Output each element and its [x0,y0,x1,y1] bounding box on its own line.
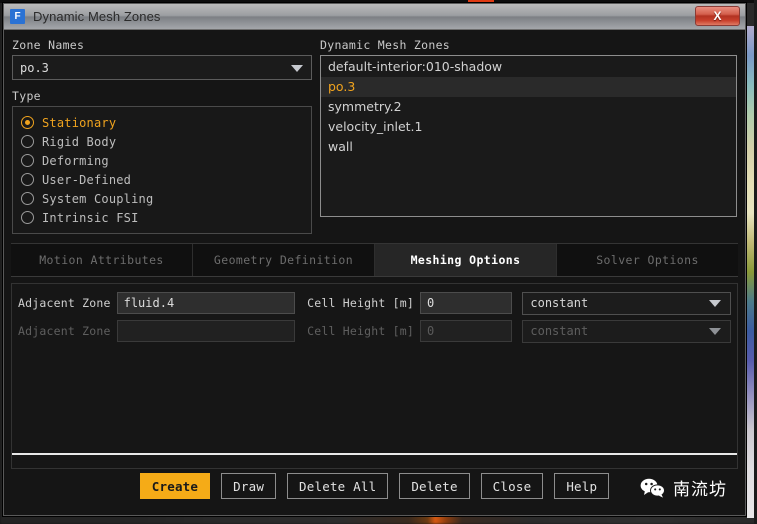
watermark-text: 南流坊 [673,480,727,500]
dynamic-mesh-zones-label: Dynamic Mesh Zones [320,38,451,52]
radio-deforming[interactable]: Deforming [21,151,311,170]
radio-user-defined[interactable]: User-Defined [21,170,311,189]
chevron-down-icon [709,300,721,307]
radio-stationary[interactable]: Stationary [21,113,311,132]
tab-motion-attributes[interactable]: Motion Attributes [11,244,193,276]
adjacent-zone-label-disabled: Adjacent Zone [18,324,111,338]
delete-all-button[interactable]: Delete All [287,473,389,499]
type-radio-group: Stationary Rigid Body Deforming User-Def… [12,106,312,234]
dynamic-mesh-zones-column: Dynamic Mesh Zones default-interior:010-… [320,38,737,237]
list-item[interactable]: po.3 [321,77,736,97]
radio-system-coupling[interactable]: System Coupling [21,189,311,208]
radio-indicator [21,173,34,186]
close-window-button[interactable]: X [695,6,740,26]
dialog-body: Zone Names po.3 Type Stationary Rigid Bo… [4,30,745,515]
fluent-f-icon: F [10,9,25,24]
cell-height-label-disabled: Cell Height [m] [307,324,415,338]
background-colorbar [747,26,754,518]
meshing-options-panel: Adjacent Zone fluid.4 Cell Height [m] 0 … [11,283,738,469]
radio-intrinsic-fsi[interactable]: Intrinsic FSI [21,208,311,227]
chevron-down-icon [291,64,303,72]
zone-settings-column: Zone Names po.3 Type Stationary Rigid Bo… [12,38,312,237]
zone-names-value: po.3 [20,60,49,75]
help-button[interactable]: Help [554,473,610,499]
radio-label: System Coupling [42,191,154,206]
cell-height-profile-value-disabled: constant [530,324,589,338]
radio-label: User-Defined [42,172,132,187]
close-button[interactable]: Close [480,473,544,499]
radio-indicator [21,211,34,224]
zone-names-label: Zone Names [12,38,85,52]
meshing-row-1: Adjacent Zone fluid.4 Cell Height [m] 0 … [18,291,731,315]
radio-label: Rigid Body [42,134,117,149]
cell-height-profile-value: constant [530,296,589,310]
cell-height-input-disabled: 0 [420,320,513,342]
dynamic-mesh-zones-list[interactable]: default-interior:010-shadow po.3 symmetr… [320,55,737,217]
tab-meshing-options[interactable]: Meshing Options [375,244,557,276]
cell-height-profile-dropdown[interactable]: constant [522,291,731,315]
screen-root: F Dynamic Mesh Zones X Zone Names po.3 T… [0,0,757,524]
adjacent-zone-input[interactable]: fluid.4 [116,292,296,314]
dynamic-mesh-zones-dialog: F Dynamic Mesh Zones X Zone Names po.3 T… [3,3,746,516]
watermark: 南流坊 [640,475,727,500]
dialog-footer: Create Draw Delete All Delete Close Help [4,457,745,515]
radio-indicator [21,116,34,129]
footer-separator [12,453,737,455]
top-section: Zone Names po.3 Type Stationary Rigid Bo… [4,30,745,237]
cell-height-label: Cell Height [m] [307,296,415,310]
type-label: Type [12,89,41,103]
radio-indicator [21,192,34,205]
radio-label: Intrinsic FSI [42,210,139,225]
cell-height-input[interactable]: 0 [420,292,513,314]
cell-height-profile-dropdown-disabled: constant [522,319,731,343]
list-item[interactable]: default-interior:010-shadow [321,57,736,77]
tab-bar: Motion Attributes Geometry Definition Me… [11,243,738,277]
draw-button[interactable]: Draw [221,473,277,499]
dialog-title: Dynamic Mesh Zones [33,9,161,24]
radio-indicator [21,135,34,148]
radio-label: Stationary [42,115,117,130]
meshing-row-2: Adjacent Zone Cell Height [m] 0 constant [18,319,731,343]
adjacent-zone-label: Adjacent Zone [18,296,111,310]
chevron-down-icon [709,328,721,335]
radio-label: Deforming [42,153,109,168]
radio-rigid-body[interactable]: Rigid Body [21,132,311,151]
list-item[interactable]: velocity_inlet.1 [321,117,736,137]
dialog-titlebar[interactable]: F Dynamic Mesh Zones X [4,4,745,30]
adjacent-zone-input-disabled [116,320,296,342]
delete-button[interactable]: Delete [399,473,470,499]
zone-names-dropdown[interactable]: po.3 [12,55,312,80]
tab-geometry-definition[interactable]: Geometry Definition [193,244,375,276]
list-item[interactable]: symmetry.2 [321,97,736,117]
list-item[interactable]: wall [321,137,736,157]
radio-indicator [21,154,34,167]
tab-solver-options[interactable]: Solver Options [557,244,738,276]
create-button[interactable]: Create [139,473,211,499]
wechat-icon [640,478,666,498]
